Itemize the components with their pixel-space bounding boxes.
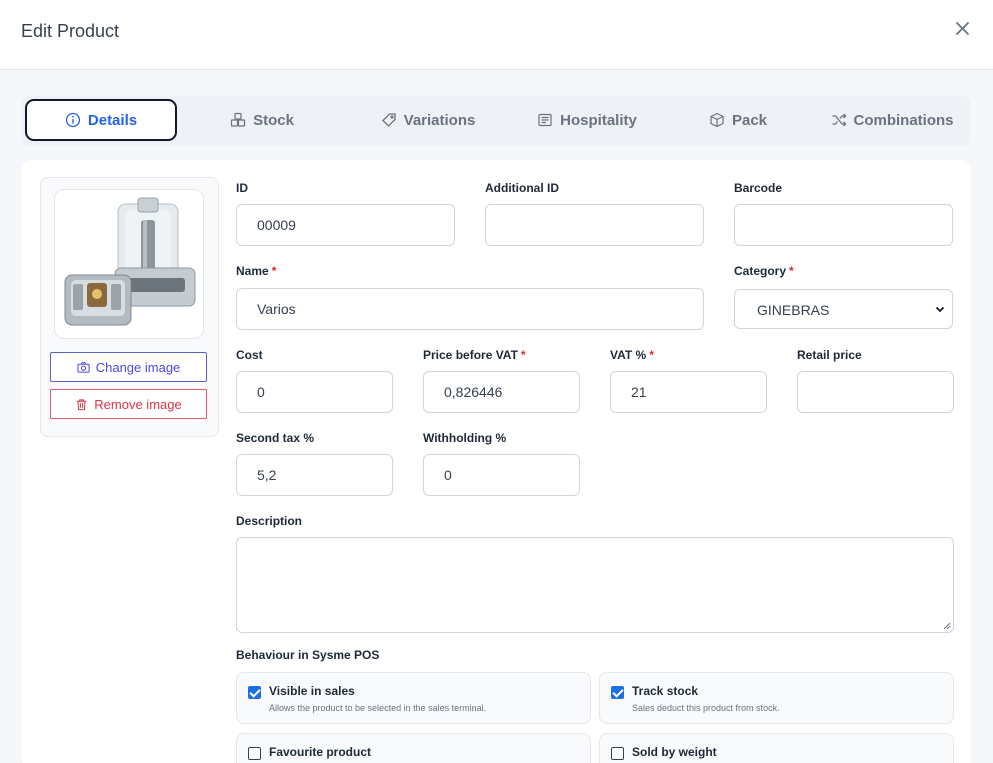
visible-in-sales-checkbox[interactable]: [248, 686, 261, 699]
withholding-label: Withholding %: [423, 431, 507, 445]
barcode-label: Barcode: [734, 181, 783, 195]
tab-label: Stock: [253, 111, 294, 129]
required-mark: *: [649, 348, 654, 362]
price-before-vat-label: Price before VAT *: [423, 348, 526, 362]
description-textarea[interactable]: [236, 537, 954, 633]
price-label-text: Price before VAT: [423, 348, 518, 362]
tab-pack[interactable]: Pack: [688, 99, 788, 141]
tab-variations[interactable]: Variations: [358, 99, 498, 141]
tab-details[interactable]: Details: [25, 99, 177, 141]
additional-id-input[interactable]: [485, 204, 704, 246]
retail-price-input[interactable]: [797, 371, 954, 413]
chevron-down-icon: [935, 306, 945, 313]
product-photo: [64, 197, 196, 326]
resize-handle-icon[interactable]: [943, 622, 951, 630]
category-label-text: Category: [734, 264, 787, 278]
change-image-label: Change image: [95, 359, 181, 375]
price-before-vat-input[interactable]: [423, 371, 580, 413]
favourite-product-checkbox[interactable]: [248, 747, 261, 760]
category-select[interactable]: GINEBRAS: [734, 289, 953, 329]
cost-input[interactable]: [236, 371, 393, 413]
id-label: ID: [236, 181, 248, 195]
modal-header: Edit Product: [0, 0, 993, 70]
receipt-icon: [538, 113, 552, 127]
description-label: Description: [236, 514, 303, 528]
tab-label: Variations: [403, 111, 476, 129]
remove-image-label: Remove image: [94, 396, 182, 412]
tab-combinations[interactable]: Combinations: [822, 99, 962, 141]
required-mark: *: [520, 348, 526, 362]
tag-icon: [381, 113, 396, 127]
second-tax-label: Second tax %: [236, 431, 315, 445]
tab-hospitality[interactable]: Hospitality: [517, 99, 657, 141]
retail-price-label: Retail price: [797, 348, 862, 362]
vat-label-text: VAT %: [610, 348, 647, 362]
required-mark: *: [271, 264, 277, 278]
option-description: Sales deduct this product from stock.: [632, 703, 780, 713]
behaviour-heading: Behaviour in Sysme POS: [236, 648, 380, 662]
option-track-stock[interactable]: Track stock Sales deduct this product fr…: [599, 672, 954, 724]
option-description: Allows the product to be selected in the…: [269, 703, 487, 713]
close-icon[interactable]: [952, 18, 974, 40]
boxes-icon: [230, 112, 246, 127]
change-image-button[interactable]: Change image: [50, 352, 207, 382]
cost-label: Cost: [236, 348, 263, 362]
tab-bar: Details Stock Variations Hospitality Pac…: [22, 96, 970, 146]
id-input[interactable]: [236, 204, 455, 246]
barcode-input[interactable]: [734, 204, 953, 246]
additional-id-label: Additional ID: [485, 181, 559, 195]
vat-input[interactable]: [610, 371, 767, 413]
withholding-input[interactable]: [423, 454, 580, 496]
track-stock-checkbox[interactable]: [611, 686, 624, 699]
option-favourite-product[interactable]: Favourite product: [236, 733, 591, 763]
cube-icon: [710, 112, 724, 128]
option-title: Visible in sales: [269, 684, 355, 698]
option-title: Favourite product: [269, 745, 372, 759]
shuffle-icon: [832, 113, 846, 127]
trash-icon: [77, 398, 87, 410]
remove-image-button[interactable]: Remove image: [50, 389, 207, 419]
tab-label: Hospitality: [560, 111, 637, 129]
category-label: Category *: [734, 264, 794, 278]
required-mark: *: [789, 264, 794, 278]
option-sold-by-weight[interactable]: Sold by weight: [599, 733, 954, 763]
tab-label: Details: [87, 111, 138, 129]
camera-icon: [77, 361, 90, 373]
name-input[interactable]: [236, 288, 704, 330]
name-label-text: Name: [236, 264, 269, 278]
name-label: Name *: [236, 264, 276, 278]
category-value: GINEBRAS: [757, 302, 830, 318]
tab-label: Combinations: [853, 111, 954, 129]
sold-by-weight-checkbox[interactable]: [611, 747, 624, 760]
option-title: Track stock: [632, 684, 699, 698]
close-button[interactable]: [952, 18, 974, 40]
modal-title: Edit Product: [21, 21, 120, 41]
second-tax-input[interactable]: [236, 454, 393, 496]
vat-label: VAT % *: [610, 348, 654, 362]
tab-stock[interactable]: Stock: [202, 99, 322, 141]
option-title: Sold by weight: [632, 745, 717, 759]
option-visible-in-sales[interactable]: Visible in sales Allows the product to b…: [236, 672, 591, 724]
tab-label: Pack: [731, 111, 768, 129]
info-icon: [65, 112, 81, 128]
product-image: [54, 189, 204, 339]
